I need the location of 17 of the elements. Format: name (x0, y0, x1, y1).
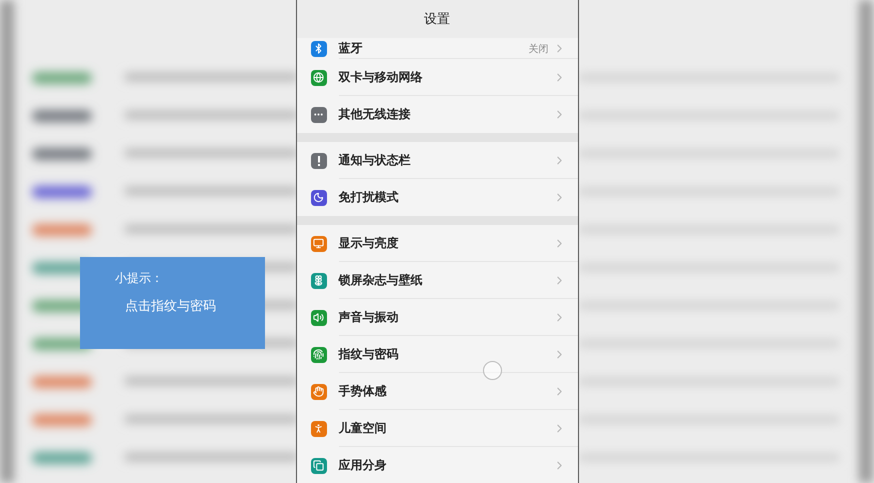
settings-row[interactable]: 声音与振动 (296, 299, 578, 336)
touch-indicator-icon (483, 361, 502, 380)
tip-text: 点击指纹与密码 (125, 298, 217, 315)
settings-row[interactable]: 手势体感 (296, 373, 578, 410)
settings-row[interactable]: 通知与状态栏 (296, 142, 578, 179)
settings-row[interactable]: 显示与亮度 (296, 225, 578, 262)
tip-title: 小提示： (115, 270, 164, 287)
settings-row[interactable]: 免打扰模式 (296, 179, 578, 216)
settings-row[interactable]: 其他无线连接 (296, 96, 578, 133)
settings-row[interactable]: 应用分身 (296, 447, 578, 483)
settings-row[interactable]: 锁屏杂志与壁纸 (296, 262, 578, 299)
settings-row[interactable]: 儿童空间 (296, 410, 578, 447)
settings-row[interactable]: 指纹与密码 (296, 336, 578, 373)
status-text: 关闭 (528, 42, 548, 56)
screen-title: 设置 (424, 11, 450, 28)
settings-row[interactable]: 双卡与移动网络 (296, 59, 578, 96)
settings-row[interactable]: 蓝牙 关闭 (296, 38, 578, 59)
